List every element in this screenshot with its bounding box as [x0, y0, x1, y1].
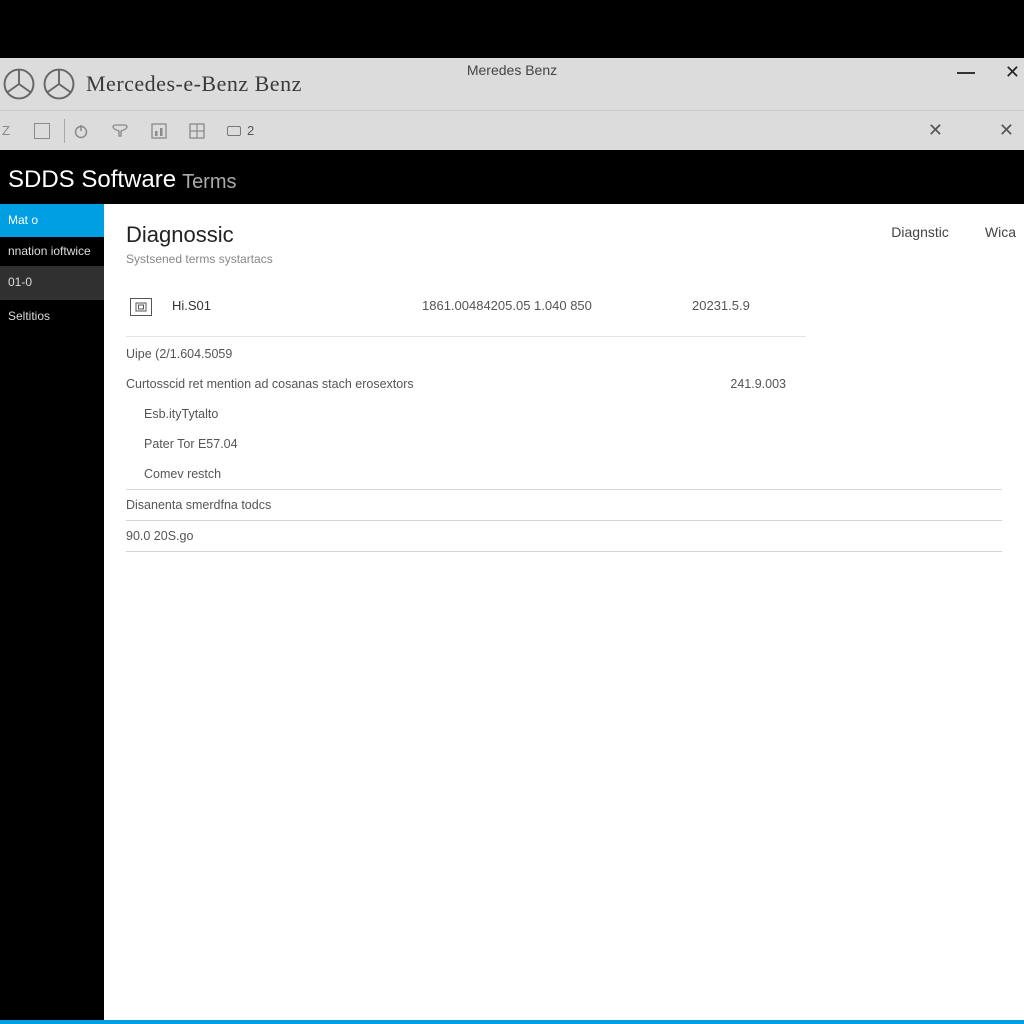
indent-row-3: Comev restch [126, 459, 1002, 490]
tab-diagnostic[interactable]: Diagnstic [891, 224, 949, 240]
main-content: Diagnossic Systsened terms systartacs Di… [104, 204, 1024, 1020]
window-title: Meredes Benz [467, 62, 557, 78]
sidebar-item-main[interactable]: Mat o [0, 204, 104, 237]
row1-value2: 20231.5.9 [692, 298, 750, 313]
section-header: SDDS Software Terms [0, 150, 1024, 204]
pill-icon [227, 126, 241, 136]
mercedes-star-icon [42, 67, 76, 101]
bottom-accent-bar [0, 1020, 1024, 1024]
data-row-1: Hi.S01 1861.00484205.05 1.040 850 20231.… [126, 292, 806, 337]
indent-row-1: Esb.ityTytalto [126, 399, 1002, 429]
application-window: Mercedes-e-Benz Benz Meredes Benz ✕ Z [0, 58, 1024, 1020]
body: Mat o nnation ioftwice 01-0 Seltitios Di… [0, 204, 1024, 1020]
data-row-3: Disanenta smerdfna todcs [126, 490, 1002, 521]
toolbar-left: Z [0, 123, 50, 139]
funnel-icon[interactable] [111, 123, 129, 139]
chart-icon[interactable] [151, 123, 167, 139]
brand-logo-group: Mercedes-e-Benz Benz [0, 67, 302, 101]
uipe-row: Uipe (2/1.604.5059 [126, 337, 1002, 369]
chip-icon [130, 298, 152, 316]
toolbar-mid [73, 123, 205, 139]
row1-label: Hi.S01 [172, 298, 422, 313]
sidebar: Mat o nnation ioftwice 01-0 Seltitios [0, 204, 104, 1020]
mercedes-star-icon [2, 67, 36, 101]
toolbar-right: ✕ ✕ [928, 120, 1014, 141]
data-row-2: Curtosscid ret mention ad cosanas stach … [126, 369, 786, 399]
grid-icon[interactable] [189, 123, 205, 139]
row1-value: 1861.00484205.05 1.040 850 [422, 298, 692, 313]
square-icon[interactable] [34, 123, 50, 139]
close-tab-icon[interactable]: ✕ [928, 120, 943, 141]
desktop-background: Mercedes-e-Benz Benz Meredes Benz ✕ Z [0, 0, 1024, 1024]
minimize-icon[interactable] [957, 72, 975, 74]
close-icon[interactable]: ✕ [1005, 62, 1020, 83]
page-title: Diagnossic [126, 222, 1002, 248]
toolbar-count-badge[interactable]: 2 [227, 123, 254, 138]
sidebar-item-selections[interactable]: Seltitios [0, 300, 104, 333]
content-tabs: Diagnstic Wica [891, 224, 1016, 240]
sidebar-item-010[interactable]: 01-0 [0, 266, 104, 299]
row2-value: 241.9.003 [730, 377, 786, 391]
toolbar-left-label: Z [2, 123, 10, 138]
close-panel-icon[interactable]: ✕ [999, 120, 1014, 141]
titlebar: Mercedes-e-Benz Benz Meredes Benz ✕ [0, 58, 1024, 110]
badge-count: 2 [247, 123, 254, 138]
sidebar-item-information[interactable]: nnation ioftwice [0, 237, 104, 266]
row2-label: Curtosscid ret mention ad cosanas stach … [126, 377, 414, 391]
section-subtitle: Terms [182, 171, 236, 194]
section-title: SDDS Software [8, 166, 176, 194]
toolbar-separator [64, 119, 65, 143]
data-row-4: 90.0 20S.go [126, 521, 1002, 552]
tab-wica[interactable]: Wica [985, 224, 1016, 240]
power-icon[interactable] [73, 123, 89, 139]
page-subtitle: Systsened terms systartacs [126, 252, 1002, 266]
indent-row-2: Pater Tor E57.04 [126, 429, 1002, 459]
window-controls: ✕ [957, 62, 1020, 83]
toolbar: Z 2 ✕ ✕ [0, 110, 1024, 150]
brand-title: Mercedes-e-Benz Benz [86, 71, 302, 97]
